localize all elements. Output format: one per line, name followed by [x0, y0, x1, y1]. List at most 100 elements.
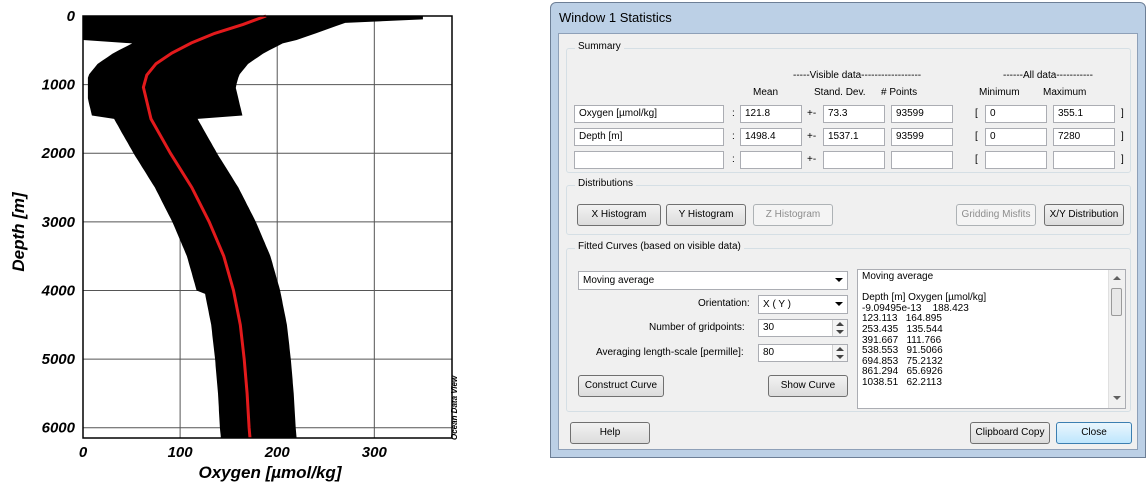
summary-min-field[interactable]: 0 [985, 105, 1047, 123]
spin-up-icon [836, 347, 844, 351]
orientation-label: Orientation: [698, 298, 750, 309]
length-scale-label: Averaging length-scale [permille]: [596, 347, 744, 358]
window-title: Window 1 Statistics [559, 10, 672, 25]
x-histogram-button[interactable]: X Histogram [577, 204, 661, 226]
summary-max-field[interactable]: 355.1 [1053, 105, 1115, 123]
curve-output-textarea[interactable]: Moving average Depth [m] Oxygen [µmol/kg… [857, 269, 1126, 409]
y-tick-label: 4000 [41, 282, 76, 299]
output-scrollbar[interactable] [1108, 270, 1125, 408]
visible-data-header: -----Visible data------------------ [793, 70, 922, 81]
scroll-up-icon[interactable] [1113, 276, 1121, 280]
summary-plusminus: +- [807, 131, 817, 142]
summary-rbracket: ] [1121, 154, 1124, 165]
clipboard-copy-button[interactable]: Clipboard Copy [970, 422, 1050, 444]
y-tick-label: 3000 [42, 214, 76, 231]
gridpoints-spin-buttons[interactable] [832, 320, 847, 336]
z-histogram-button[interactable]: Z Histogram [753, 204, 833, 226]
spin-up-icon [836, 322, 844, 326]
gridding-misfits-button[interactable]: Gridding Misfits [956, 204, 1036, 226]
summary-points-field[interactable]: 93599 [891, 128, 953, 146]
xy-distribution-button[interactable]: X/Y Distribution [1044, 204, 1124, 226]
summary-colon: : [732, 154, 735, 165]
curve-output-text: Moving average Depth [m] Oxygen [µmol/kg… [862, 271, 987, 388]
chevron-down-icon [835, 302, 843, 306]
summary-colon: : [732, 108, 735, 119]
summary-row-name[interactable]: Oxygen [µmol/kg] [574, 105, 724, 123]
plot-canvas: 0 1000 2000 3000 4000 5000 6000 0 100 200 300 Dep… [9, 8, 459, 482]
data-point-band [83, 16, 423, 438]
summary-lbracket: [ [975, 131, 978, 142]
summary-plusminus: +- [807, 108, 817, 119]
y-tick-labels: 0 1000 2000 3000 4000 5000 6000 [41, 8, 76, 437]
orientation-select[interactable]: X ( Y ) [758, 295, 848, 314]
summary-rbracket: ] [1121, 108, 1124, 119]
distributions-title: Distributions [575, 178, 637, 189]
summary-min-field[interactable]: 0 [985, 128, 1047, 146]
summary-group: Summary -----Visible data---------------… [566, 41, 1131, 173]
gridpoints-label: Number of gridpoints: [649, 322, 745, 333]
gridpoints-value: 30 [763, 322, 775, 333]
summary-mean-field[interactable] [740, 151, 802, 169]
summary-points-field[interactable]: 93599 [891, 105, 953, 123]
length-scale-stepper[interactable]: 80 [758, 344, 848, 362]
show-curve-button[interactable]: Show Curve [768, 375, 848, 397]
x-tick-labels: 0 100 200 300 [79, 444, 388, 461]
col-points-header: # Points [881, 87, 918, 98]
scroll-thumb[interactable] [1111, 288, 1122, 316]
y-tick-label: 0 [67, 8, 76, 25]
summary-std-field[interactable]: 1537.1 [823, 128, 885, 146]
spin-down-icon [836, 355, 844, 359]
summary-row-name[interactable] [574, 151, 724, 169]
summary-max-field[interactable] [1053, 151, 1115, 169]
fitted-curves-group: Fitted Curves (based on visible data) Mo… [566, 241, 1131, 412]
summary-mean-field[interactable]: 121.8 [740, 105, 802, 123]
distributions-group: Distributions X Histogram Y Histogram Z … [566, 178, 1131, 235]
depth-oxygen-plot: 0 1000 2000 3000 4000 5000 6000 0 100 200 300 Dep… [0, 0, 470, 486]
summary-mean-field[interactable]: 1498.4 [740, 128, 802, 146]
y-tick-label: 1000 [42, 77, 76, 94]
x-tick-label: 0 [79, 444, 88, 461]
col-mean-header: Mean [753, 87, 779, 98]
construct-curve-button[interactable]: Construct Curve [578, 375, 664, 397]
y-histogram-button[interactable]: Y Histogram [666, 204, 746, 226]
fitted-curves-title: Fitted Curves (based on visible data) [575, 241, 744, 252]
ocean-data-view-watermark: Ocean Data View [450, 375, 459, 440]
curve-method-select[interactable]: Moving average [578, 271, 848, 290]
summary-std-field[interactable]: 73.3 [823, 105, 885, 123]
summary-colon: : [732, 131, 735, 142]
data-point-cloud [83, 16, 423, 438]
col-max-header: Maximum [1043, 87, 1087, 98]
gridpoints-stepper[interactable]: 30 [758, 319, 848, 337]
summary-min-field[interactable] [985, 151, 1047, 169]
close-button[interactable]: Close [1056, 422, 1132, 444]
length-scale-value: 80 [763, 347, 775, 358]
orientation-value: X ( Y ) [763, 299, 791, 310]
help-button[interactable]: Help [570, 422, 650, 444]
spin-down-icon [836, 330, 844, 334]
chevron-down-icon [835, 278, 843, 282]
summary-title: Summary [575, 41, 624, 52]
summary-max-field[interactable]: 7280 [1053, 128, 1115, 146]
x-tick-label: 100 [168, 444, 194, 461]
x-axis-label: Oxygen [µmol/kg] [199, 463, 343, 482]
y-tick-label: 2000 [41, 145, 76, 162]
y-axis-label: Depth [m] [9, 191, 28, 272]
statistics-window: Window 1 Statistics Summary -----Visible… [550, 2, 1146, 458]
all-data-header: ------All data----------- [1003, 70, 1093, 81]
x-tick-label: 300 [362, 444, 388, 461]
col-std-header: Stand. Dev. [814, 87, 866, 98]
window-client-area: Summary -----Visible data---------------… [558, 33, 1138, 450]
length-scale-spin-buttons[interactable] [832, 345, 847, 361]
summary-row-name[interactable]: Depth [m] [574, 128, 724, 146]
scroll-down-icon[interactable] [1113, 396, 1121, 400]
summary-std-field[interactable] [823, 151, 885, 169]
summary-points-field[interactable] [891, 151, 953, 169]
summary-rbracket: ] [1121, 131, 1124, 142]
summary-plusminus: +- [807, 154, 817, 165]
col-min-header: Minimum [979, 87, 1020, 98]
x-tick-label: 200 [264, 444, 291, 461]
summary-lbracket: [ [975, 154, 978, 165]
y-tick-label: 5000 [42, 351, 76, 368]
summary-lbracket: [ [975, 108, 978, 119]
y-tick-label: 6000 [42, 420, 76, 437]
